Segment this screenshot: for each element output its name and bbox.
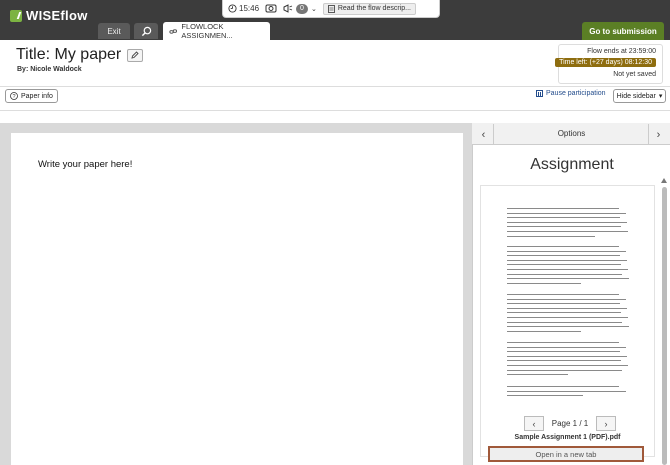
exit-button[interactable]: Exit <box>98 23 130 39</box>
document-preview[interactable] <box>507 208 632 408</box>
header-divider <box>0 86 670 87</box>
flow-status-box: Flow ends at 23:59:00 Time left: (+27 da… <box>555 44 663 84</box>
chevron-down-icon: ▾ <box>658 93 663 100</box>
preview-text-line <box>507 346 626 348</box>
preview-text-line <box>507 312 621 314</box>
preview-text-line <box>507 226 621 228</box>
chevron-left-icon: ‹ <box>481 128 486 141</box>
preview-text-line <box>507 231 628 232</box>
preview-text-line <box>507 269 628 270</box>
scroll-up-arrow[interactable] <box>661 178 667 183</box>
preview-text-line <box>507 351 620 353</box>
preview-text-line <box>507 246 619 247</box>
preview-text-line <box>507 282 581 284</box>
document-pager: ‹ Page 1 / 1 › <box>524 416 616 431</box>
document-icon <box>327 4 335 13</box>
preview-text-line <box>507 298 626 300</box>
preview-text-line <box>507 360 621 362</box>
preview-text-line <box>507 326 629 328</box>
pencil-icon <box>131 51 139 59</box>
link-icon <box>169 28 177 34</box>
wiseflow-logo: WISEflow <box>10 8 88 23</box>
tab-flowlock-assignment[interactable]: FLOWLOCK ASSIGNMEN... <box>163 22 270 40</box>
question-icon: ? <box>10 92 18 100</box>
preview-text-line <box>507 342 619 343</box>
search-tool-button[interactable] <box>134 23 158 39</box>
preview-text-line <box>507 259 627 261</box>
editor-page[interactable] <box>11 133 463 465</box>
magnifier-icon <box>141 26 151 36</box>
pause-participation-button[interactable]: Pause participation <box>536 90 606 97</box>
preview-text-line <box>507 255 620 257</box>
logo-text: WISEflow <box>26 8 88 23</box>
flow-description-button[interactable]: Read the flow descrip... <box>322 2 416 15</box>
chevron-left-icon: ‹ <box>532 418 536 429</box>
paper-info-button[interactable]: ? Paper info <box>5 89 58 103</box>
preview-text-line <box>507 369 622 371</box>
open-in-new-tab-button[interactable]: Open in a new tab <box>488 446 644 462</box>
timer[interactable]: 15:46 <box>228 4 259 13</box>
sidebar-next-button[interactable]: › <box>648 124 668 145</box>
sidebar-options-label[interactable]: Options <box>495 129 648 138</box>
pause-icon <box>536 90 543 97</box>
notification-badge: 0 <box>296 3 308 14</box>
preview-text-line <box>507 303 620 305</box>
toolbar-divider <box>0 110 670 111</box>
svg-text:?: ? <box>12 94 15 100</box>
preview-text-line <box>507 386 619 387</box>
chevron-right-icon: › <box>604 418 608 429</box>
clock-icon <box>228 4 237 13</box>
flow-ends-text: Flow ends at 23:59:00 <box>587 48 656 55</box>
edit-title-button[interactable] <box>127 48 144 62</box>
page-title: Title: My paper <box>16 46 122 63</box>
next-page-button[interactable]: › <box>596 416 616 431</box>
preview-text-line <box>507 390 626 392</box>
preview-text-line <box>507 330 581 332</box>
preview-text-line <box>507 374 568 376</box>
announcements[interactable]: 0 ⌄ <box>283 3 317 14</box>
record-icon[interactable] <box>265 4 277 13</box>
timer-value: 15:46 <box>239 4 260 13</box>
flow-description-label: Read the flow descrip... <box>337 5 411 12</box>
flow-status-pill: 15:46 0 ⌄ Read the flow descrip... <box>222 0 440 18</box>
preview-text-line <box>507 355 627 357</box>
preview-text-line <box>507 221 627 223</box>
page-indicator: Page 1 / 1 <box>551 419 589 428</box>
preview-text-line <box>507 395 583 397</box>
preview-text-line <box>507 264 621 266</box>
sidebar-prev-button[interactable]: ‹ <box>474 124 494 145</box>
megaphone-icon <box>283 4 293 13</box>
tab-label: FLOWLOCK ASSIGNMEN... <box>181 22 233 40</box>
preview-text-line <box>507 365 628 366</box>
preview-text-line <box>507 208 619 209</box>
preview-text-line <box>507 307 627 309</box>
sidebar-scrollbar[interactable] <box>662 187 667 465</box>
preview-text-line <box>507 235 595 237</box>
wiseflow-logo-icon <box>10 9 22 22</box>
chevron-right-icon: › <box>656 128 661 141</box>
preview-text-line <box>507 294 619 295</box>
preview-text-line <box>507 212 626 214</box>
editor-placeholder[interactable]: Write your paper here! <box>38 159 132 170</box>
preview-text-line <box>507 250 626 252</box>
document-name: Sample Assignment 1 (PDF).pdf <box>514 434 621 441</box>
pause-label: Pause participation <box>546 90 606 97</box>
save-status-text: Not yet saved <box>613 71 656 78</box>
preview-text-line <box>507 321 622 323</box>
preview-text-line <box>507 278 629 280</box>
preview-text-line <box>507 273 622 275</box>
hide-sidebar-button[interactable]: Hide sidebar ▾ <box>613 89 666 103</box>
preview-text-line <box>507 317 628 318</box>
chevron-down-icon: ⌄ <box>310 5 317 13</box>
previous-page-button[interactable]: ‹ <box>524 416 544 431</box>
paper-title-row: Title: My paper <box>16 46 144 64</box>
preview-text-line <box>507 217 620 219</box>
paper-info-label: Paper info <box>21 92 53 100</box>
time-left-badge: Time left: (+27 days) 08:12:30 <box>555 58 656 67</box>
sidebar-heading: Assignment <box>530 156 614 173</box>
author-byline: By: Nicole Waldock <box>17 66 82 73</box>
hide-sidebar-label: Hide sidebar <box>616 92 656 100</box>
go-to-submission-button[interactable]: Go to submission <box>582 22 664 40</box>
